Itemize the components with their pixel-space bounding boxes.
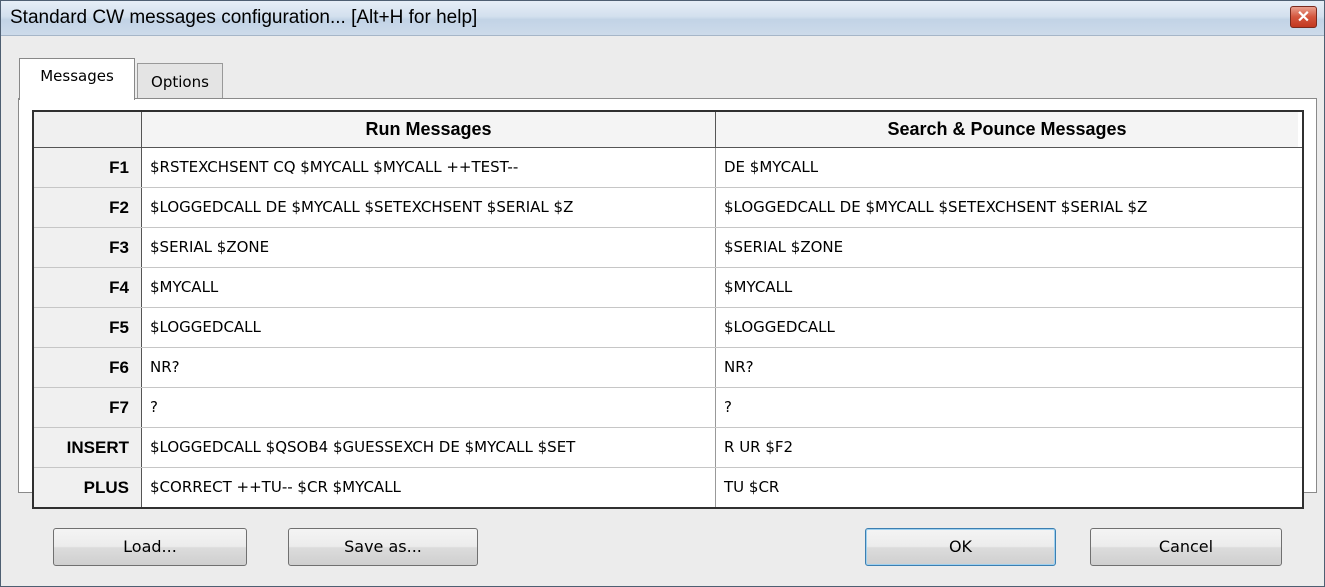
row-key-label: F2 [34,188,142,227]
run-message-cell[interactable]: $CORRECT ++TU-- $CR $MYCALL [142,468,716,507]
run-message-cell[interactable]: ? [142,388,716,427]
cancel-button[interactable]: Cancel [1090,528,1282,566]
load-button[interactable]: Load... [53,528,247,566]
run-message-cell[interactable]: NR? [142,348,716,387]
sp-message-cell[interactable]: TU $CR [716,468,1298,507]
row-key-label: INSERT [34,428,142,467]
sp-message-cell[interactable]: R UR $F2 [716,428,1298,467]
row-key-label: F3 [34,228,142,267]
messages-panel: Run Messages Search & Pounce Messages F1… [18,98,1317,509]
ok-button[interactable]: OK [865,528,1056,566]
run-message-cell[interactable]: $RSTEXCHSENT CQ $MYCALL $MYCALL ++TEST-- [142,148,716,187]
table-row: F6 NR? NR? [34,348,1302,388]
table-row: F2 $LOGGEDCALL DE $MYCALL $SETEXCHSENT $S… [34,188,1302,228]
row-key-label: F7 [34,388,142,427]
row-key-label: F1 [34,148,142,187]
dialog-window: Standard CW messages configuration... [A… [0,0,1325,587]
sp-message-cell[interactable]: $LOGGEDCALL [716,308,1298,347]
run-message-cell[interactable]: $SERIAL $ZONE [142,228,716,267]
tab-options-label: Options [151,73,209,91]
run-message-cell[interactable]: $LOGGEDCALL DE $MYCALL $SETEXCHSENT $SER… [142,188,716,227]
run-message-cell[interactable]: $LOGGEDCALL [142,308,716,347]
run-message-cell[interactable]: $MYCALL [142,268,716,307]
sp-message-cell[interactable]: $LOGGEDCALL DE $MYCALL $SETEXCHSENT $SER… [716,188,1298,227]
sp-message-cell[interactable]: $MYCALL [716,268,1298,307]
table-row: F5 $LOGGEDCALL $LOGGEDCALL [34,308,1302,348]
table-row: F1 $RSTEXCHSENT CQ $MYCALL $MYCALL ++TEST… [34,148,1302,188]
close-button[interactable]: ✕ [1290,6,1317,28]
sp-message-cell[interactable]: NR? [716,348,1298,387]
table-row: F4 $MYCALL $MYCALL [34,268,1302,308]
row-key-label: F5 [34,308,142,347]
header-corner [34,112,142,147]
window-title: Standard CW messages configuration... [A… [10,7,478,28]
tab-options[interactable]: Options [137,63,223,99]
tab-messages-label: Messages [40,67,114,85]
sp-message-cell[interactable]: $SERIAL $ZONE [716,228,1298,267]
row-key-label: F6 [34,348,142,387]
title-bar[interactable]: Standard CW messages configuration... [A… [1,1,1324,36]
save-as-button[interactable]: Save as... [288,528,478,566]
row-key-label: F4 [34,268,142,307]
header-run-messages: Run Messages [142,112,716,147]
close-icon: ✕ [1296,9,1311,26]
run-message-cell[interactable]: $LOGGEDCALL $QSOB4 $GUESSEXCH DE $MYCALL… [142,428,716,467]
header-sp-messages: Search & Pounce Messages [716,112,1298,147]
table-row: PLUS $CORRECT ++TU-- $CR $MYCALL TU $CR [34,468,1302,507]
table-row: F7?? [34,388,1302,428]
sp-message-cell[interactable]: ? [716,388,1298,427]
tab-messages[interactable]: Messages [19,58,135,100]
messages-grid: Run Messages Search & Pounce Messages F1… [32,110,1304,509]
grid-body: F1 $RSTEXCHSENT CQ $MYCALL $MYCALL ++TEST… [34,148,1302,507]
table-row: F3 $SERIAL $ZONE $SERIAL $ZONE [34,228,1302,268]
sp-message-cell[interactable]: DE $MYCALL [716,148,1298,187]
table-row: INSERT $LOGGEDCALL $QSOB4 $GUESSEXCH DE $… [34,428,1302,468]
grid-header-row: Run Messages Search & Pounce Messages [34,112,1302,148]
row-key-label: PLUS [34,468,142,507]
